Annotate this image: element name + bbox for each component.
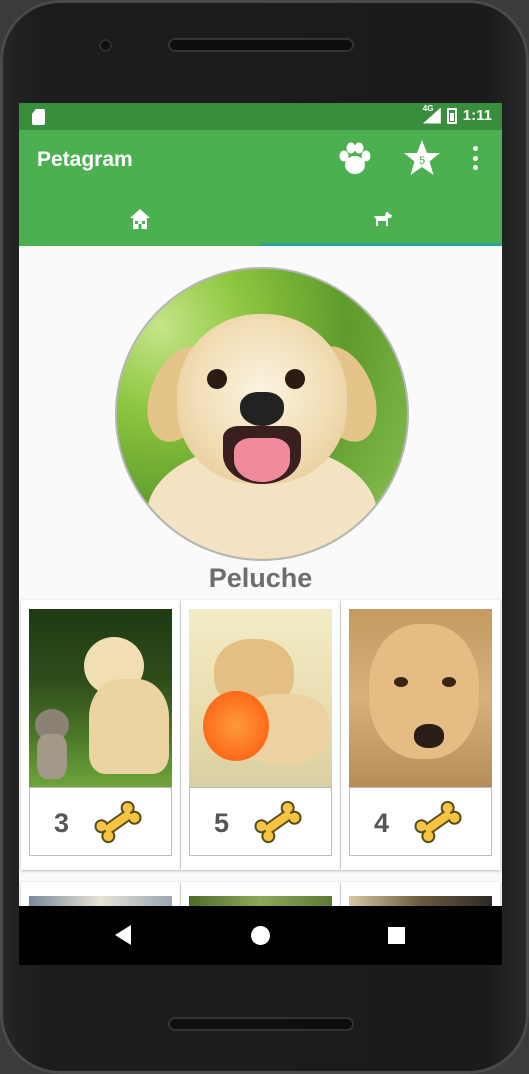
network-type: 4G <box>422 103 434 113</box>
profile-picture[interactable] <box>115 267 409 561</box>
screen: 4G 1:11 Petagram 5 Peluche 3 5 4 <box>19 103 502 965</box>
like-count: 5 <box>214 808 230 838</box>
bone-icon[interactable] <box>253 800 303 844</box>
top-speaker <box>168 38 354 52</box>
tab-profile[interactable] <box>261 192 502 246</box>
recent-apps-button[interactable] <box>388 927 405 944</box>
pet-photo <box>189 609 332 787</box>
like-counter: 4 <box>349 787 492 856</box>
photo-card[interactable]: 4 <box>341 600 500 870</box>
battery-icon <box>446 107 457 124</box>
status-bar: 4G 1:11 <box>19 103 502 130</box>
home-icon <box>129 209 150 229</box>
tab-home[interactable] <box>19 192 260 246</box>
bone-icon[interactable] <box>93 800 143 844</box>
pet-name: Peluche <box>208 563 313 593</box>
photo-card[interactable]: 3 <box>21 600 180 870</box>
paw-icon[interactable] <box>335 138 375 178</box>
pet-photo <box>349 609 492 787</box>
pet-photo <box>29 609 172 787</box>
tab-indicator <box>261 243 502 246</box>
status-time: 1:11 <box>462 107 492 124</box>
app-title: Petagram <box>37 148 133 171</box>
bottom-speaker <box>168 1017 354 1031</box>
favorites-badge: 5 <box>419 155 425 167</box>
home-button[interactable] <box>251 926 270 945</box>
sim-card-icon <box>32 109 45 125</box>
dog-icon <box>372 212 392 226</box>
phone-frame: 4G 1:11 Petagram 5 Peluche 3 5 4 <box>0 0 529 1074</box>
front-camera <box>99 39 112 52</box>
like-counter: 5 <box>189 787 332 856</box>
more-options-button[interactable] <box>465 146 485 170</box>
app-bar: Petagram 5 <box>19 130 502 246</box>
like-count: 4 <box>374 808 390 838</box>
back-button[interactable] <box>115 925 131 945</box>
navigation-bar <box>19 906 502 965</box>
star-icon: 5 <box>404 140 440 175</box>
bone-icon[interactable] <box>413 800 463 844</box>
like-count: 3 <box>54 808 70 838</box>
photo-card[interactable]: 5 <box>181 600 340 870</box>
like-counter: 3 <box>29 787 172 856</box>
signal-icon: 4G <box>422 104 441 124</box>
favorites-button[interactable]: 5 <box>402 138 442 178</box>
